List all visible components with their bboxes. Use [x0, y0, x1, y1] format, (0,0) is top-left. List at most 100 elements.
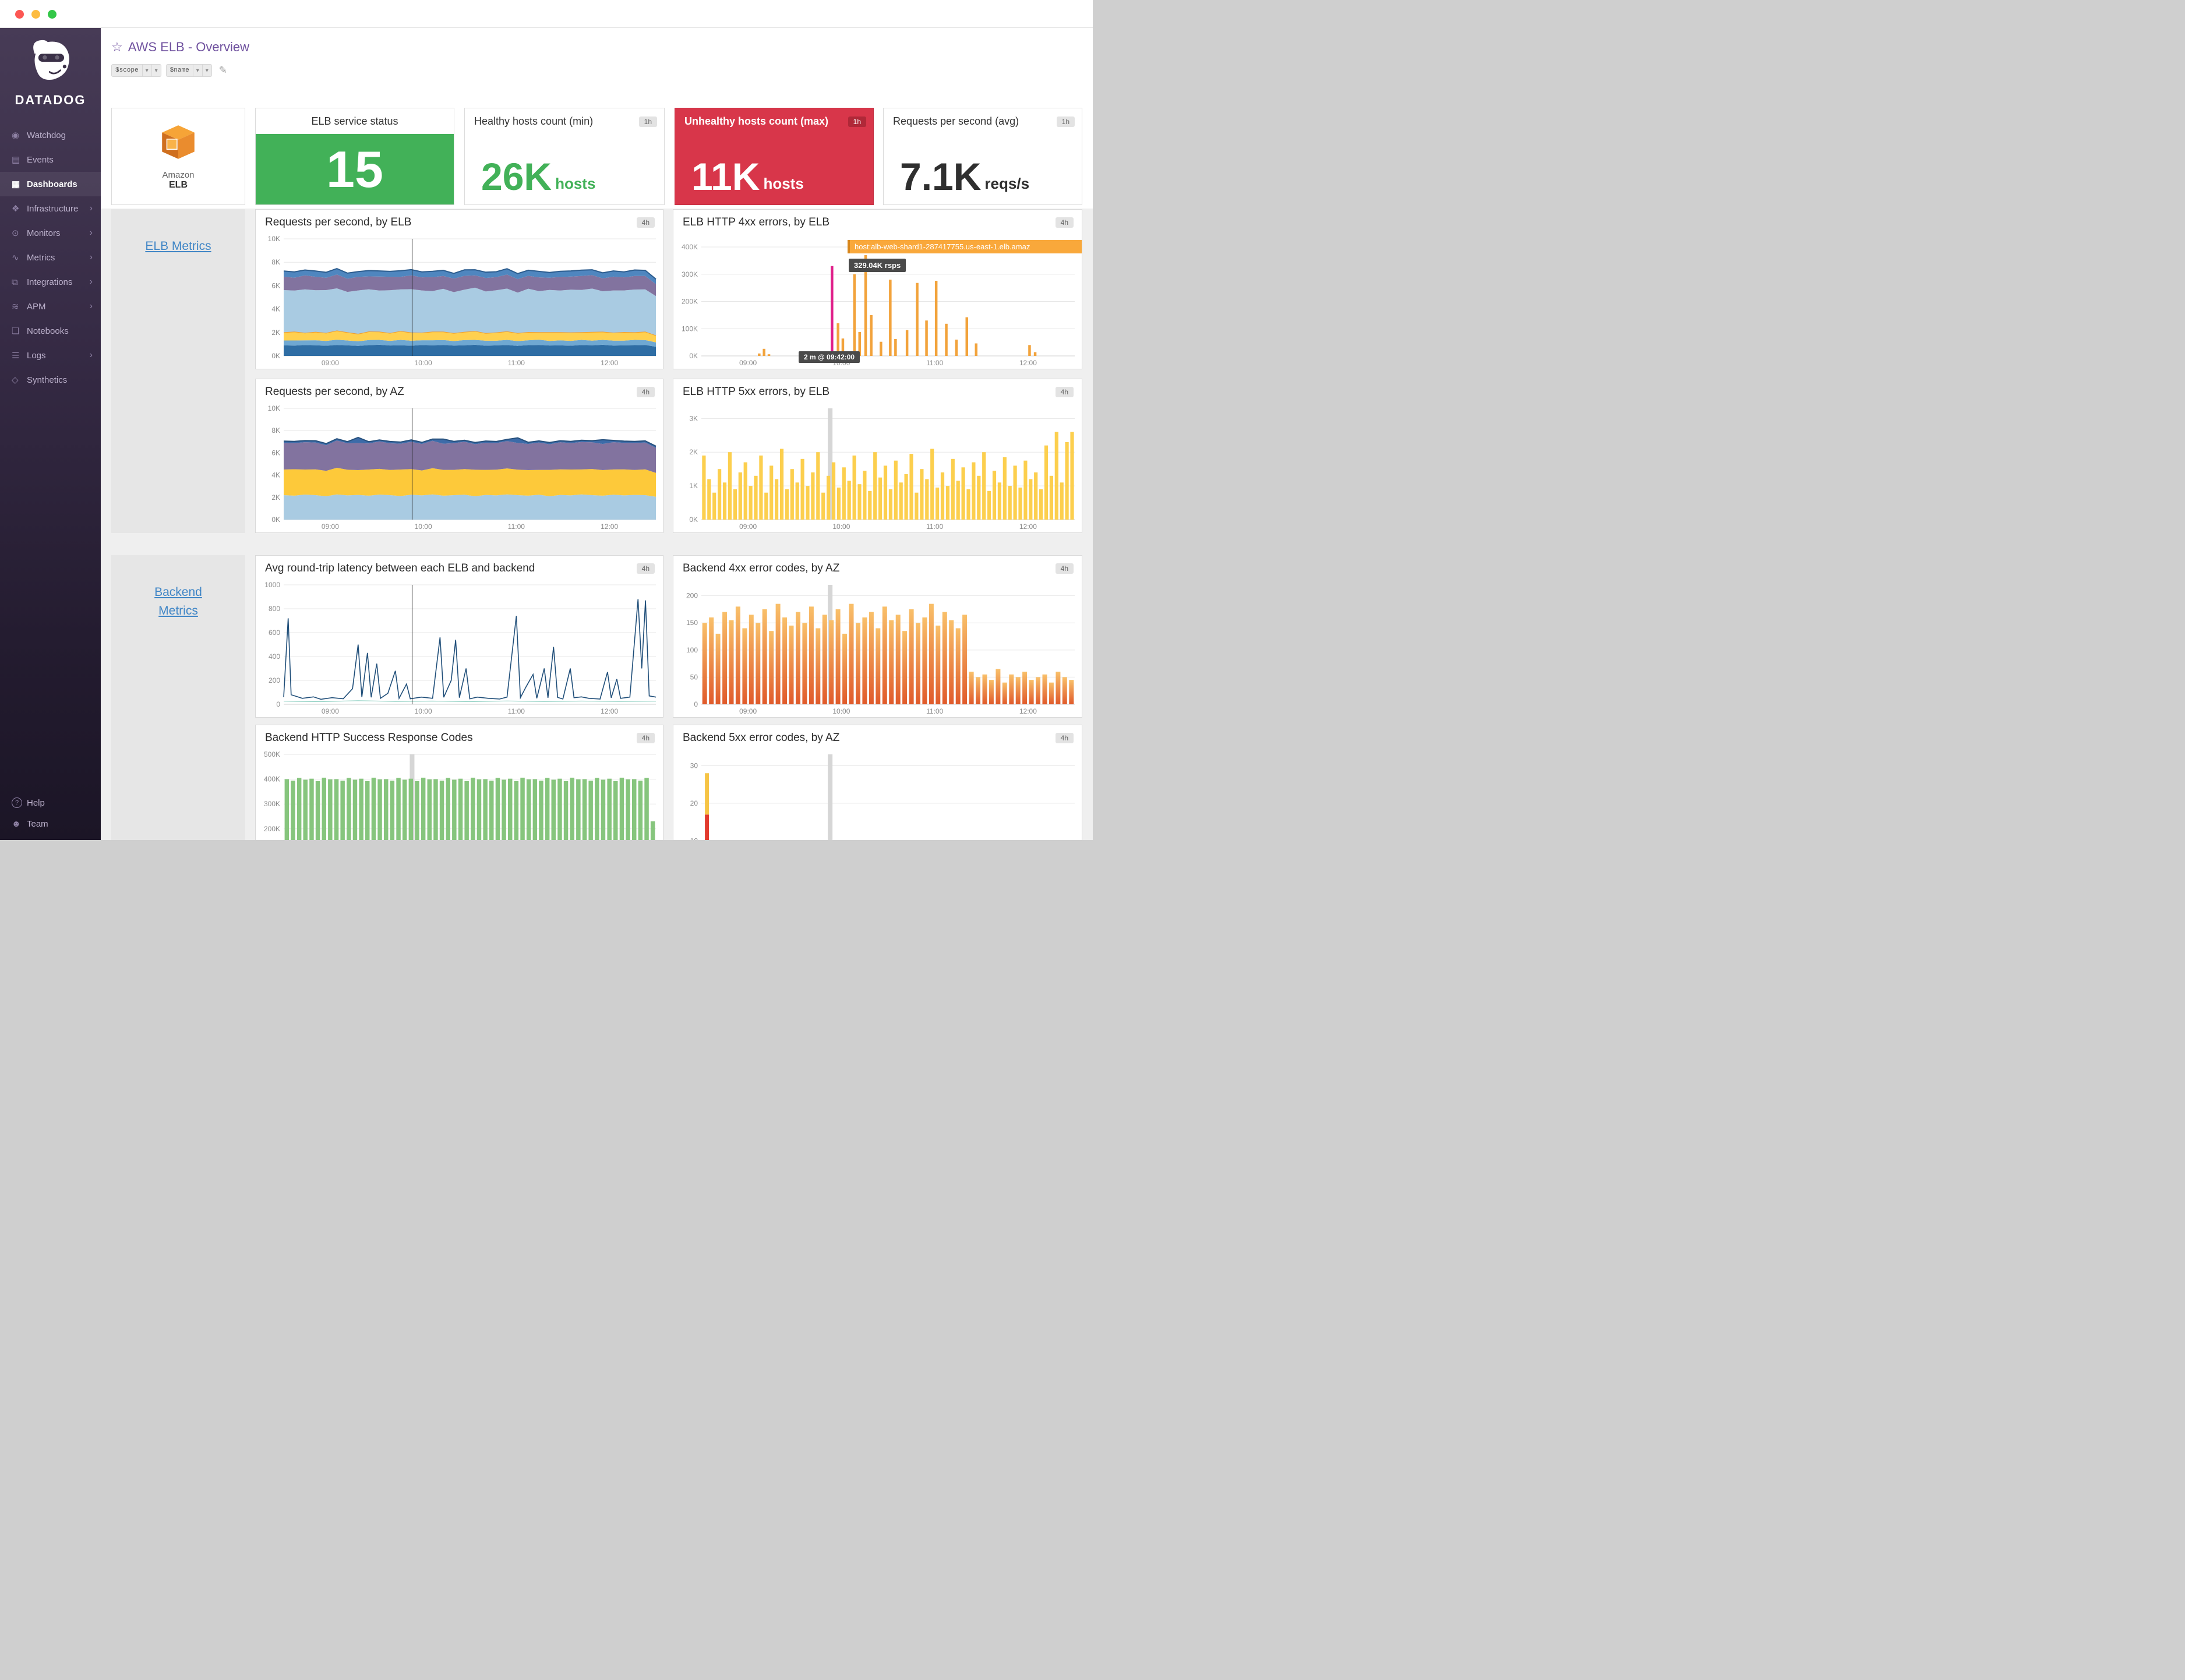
- svg-text:10:00: 10:00: [415, 359, 432, 367]
- hover-tooltip-value: 329.04K rsps: [849, 259, 906, 272]
- chart-title: Avg round-trip latency between each ELB …: [265, 562, 535, 574]
- integrations-icon: ⧉: [12, 277, 18, 287]
- svg-text:20: 20: [690, 799, 698, 807]
- metrics-icon: ∿: [12, 253, 19, 263]
- svg-text:400K: 400K: [682, 243, 698, 251]
- timeframe-badge: 1h: [638, 116, 657, 127]
- svg-text:0: 0: [276, 700, 280, 708]
- notebooks-icon: ❏: [12, 326, 20, 336]
- svg-text:200K: 200K: [264, 825, 280, 833]
- sidebar-item-synthetics[interactable]: ◇ Synthetics: [0, 368, 101, 392]
- sidebar-item-label: Synthetics: [27, 375, 68, 385]
- unhealthy-hosts-unit: hosts: [763, 175, 804, 192]
- svg-text:3K: 3K: [689, 414, 698, 422]
- sidebar-item-help[interactable]: ? Help: [0, 792, 101, 813]
- favorite-star-icon[interactable]: ☆: [111, 40, 123, 55]
- sidebar-item-integrations[interactable]: ⧉ Integrations ›: [0, 270, 101, 294]
- svg-text:0K: 0K: [689, 516, 698, 524]
- card-title: Requests per second (avg): [893, 115, 1019, 127]
- chevron-right-icon: ›: [89, 203, 93, 213]
- timeframe-badge: 4h: [1055, 387, 1074, 397]
- timeframe-badge: 4h: [1055, 563, 1074, 574]
- svg-text:11:00: 11:00: [926, 707, 943, 715]
- svg-text:11:00: 11:00: [926, 359, 943, 367]
- sidebar-item-dashboards[interactable]: ▦ Dashboards: [0, 172, 101, 196]
- events-icon: ▤: [12, 155, 20, 165]
- svg-text:1K: 1K: [689, 482, 698, 490]
- sidebar-item-label: APM: [27, 301, 46, 312]
- unhealthy-hosts-value: 11K: [691, 154, 760, 198]
- panel-backend-4xx-errors: Backend 4xx error codes, by AZ 4h 0 50 100…: [673, 555, 1082, 718]
- logo-caption-line1: Amazon: [162, 170, 195, 180]
- sidebar-item-notebooks[interactable]: ❏ Notebooks: [0, 319, 101, 343]
- sidebar-item-logs[interactable]: ☰ Logs ›: [0, 343, 101, 368]
- template-variables-row: $scope ▾ ▾ $name ▾ ▾ ✎: [111, 64, 227, 77]
- watchdog-icon: ◉: [12, 130, 20, 140]
- sidebar-item-label: Dashboards: [27, 179, 77, 189]
- requests-per-second-by-az-chart[interactable]: 0K 2K 4K 6K 8K 10K 09:00 10:00 11:00 12:00: [257, 404, 661, 531]
- sidebar-item-watchdog[interactable]: ◉ Watchdog: [0, 123, 101, 147]
- datadog-dashboard-window: DATADOG ◉ Watchdog ▤ Events ▦ Dashboards…: [0, 0, 1093, 840]
- window-close-button[interactable]: [15, 10, 24, 19]
- team-icon: ☻: [12, 818, 21, 829]
- card-title: Unhealthy hosts count (max): [684, 115, 829, 127]
- hover-tooltip-host: host:alb-web-shard1-287417755.us-east-1.…: [848, 240, 1082, 253]
- timeframe-badge: 1h: [848, 116, 866, 127]
- svg-text:11:00: 11:00: [508, 707, 525, 715]
- scope-variable-dropdown[interactable]: $scope ▾ ▾: [111, 64, 161, 77]
- chart-title: Backend 5xx error codes, by AZ: [683, 732, 840, 744]
- backend-success-codes-chart[interactable]: 100K200K300K400K500K09:0010:0011:0012:00: [257, 750, 661, 840]
- elb-metrics-link[interactable]: ELB Metrics: [135, 237, 222, 256]
- requests-per-second-by-elb-chart[interactable]: 0K 2K 4K 6K 8K 10K 09:00 10:00 11:00 12:00: [257, 235, 661, 368]
- svg-text:30: 30: [690, 761, 698, 770]
- sidebar: DATADOG ◉ Watchdog ▤ Events ▦ Dashboards…: [0, 28, 101, 840]
- caret-down-icon: ▾: [202, 65, 211, 76]
- svg-text:300K: 300K: [264, 800, 280, 808]
- svg-text:400K: 400K: [264, 775, 280, 783]
- elb-4xx-errors-chart[interactable]: 0K 100K 200K 300K 400K 09:00 10:00 11:00 12:00: [675, 235, 1079, 368]
- sidebar-item-label: Integrations: [27, 277, 73, 287]
- svg-text:0K: 0K: [271, 352, 280, 360]
- sidebar-item-metrics[interactable]: ∿ Metrics ›: [0, 245, 101, 270]
- backend-4xx-errors-chart[interactable]: 0 50 100 150 200 09:00 10:00 11:00 12:00: [675, 581, 1079, 716]
- svg-text:11:00: 11:00: [508, 359, 525, 367]
- panel-avg-round-trip-latency: Avg round-trip latency between each ELB …: [255, 555, 663, 718]
- sidebar-item-events[interactable]: ▤ Events: [0, 147, 101, 172]
- sidebar-item-monitors[interactable]: ⊙ Monitors ›: [0, 221, 101, 245]
- panel-requests-per-second-by-elb: Requests per second, by ELB 4h 0K 2K 4K 6K 8…: [255, 209, 663, 369]
- svg-text:100K: 100K: [682, 324, 698, 333]
- svg-text:400: 400: [269, 652, 280, 661]
- svg-text:09:00: 09:00: [322, 523, 339, 531]
- sidebar-item-team[interactable]: ☻ Team: [0, 813, 101, 834]
- svg-text:8K: 8K: [271, 426, 280, 435]
- svg-text:12:00: 12:00: [601, 359, 618, 367]
- edit-pencil-icon[interactable]: ✎: [219, 65, 227, 76]
- timeframe-badge: 4h: [636, 563, 655, 574]
- sidebar-item-label: Metrics: [27, 252, 55, 263]
- svg-text:600: 600: [269, 629, 280, 637]
- svg-text:4K: 4K: [271, 305, 280, 313]
- avg-round-trip-latency-chart[interactable]: 0 200 400 600 800 1000 09:00 10:00 11:00 12:00: [257, 581, 661, 716]
- sidebar-item-infrastructure[interactable]: ❖ Infrastructure ›: [0, 196, 101, 221]
- svg-text:200: 200: [269, 676, 280, 684]
- svg-text:2K: 2K: [689, 448, 698, 456]
- synthetics-icon: ◇: [12, 375, 19, 385]
- svg-text:09:00: 09:00: [739, 523, 757, 531]
- name-variable-dropdown[interactable]: $name ▾ ▾: [165, 64, 212, 77]
- elb-5xx-errors-chart[interactable]: 0K 1K 2K 3K 09:00 10:00 11:00 12:00: [675, 405, 1079, 531]
- sidebar-item-apm[interactable]: ≋ APM ›: [0, 294, 101, 319]
- sidebar-item-label: Infrastructure: [27, 203, 79, 214]
- svg-text:500K: 500K: [264, 751, 280, 758]
- svg-text:10K: 10K: [268, 405, 280, 412]
- chart-title: Requests per second, by AZ: [265, 386, 404, 398]
- backend-5xx-errors-chart[interactable]: 10203009:0010:0011:0012:00: [675, 751, 1079, 840]
- backend-metrics-section-label: Backend Metrics: [111, 555, 245, 840]
- window-zoom-button[interactable]: [48, 10, 57, 19]
- scope-variable-label: $scope: [115, 67, 139, 74]
- backend-metrics-link[interactable]: Backend Metrics: [135, 583, 222, 620]
- chart-title: Backend 4xx error codes, by AZ: [683, 562, 840, 574]
- rps-value: 7.1K: [900, 154, 982, 198]
- svg-text:1000: 1000: [264, 581, 280, 589]
- window-minimize-button[interactable]: [31, 10, 40, 19]
- svg-text:10:00: 10:00: [415, 707, 432, 715]
